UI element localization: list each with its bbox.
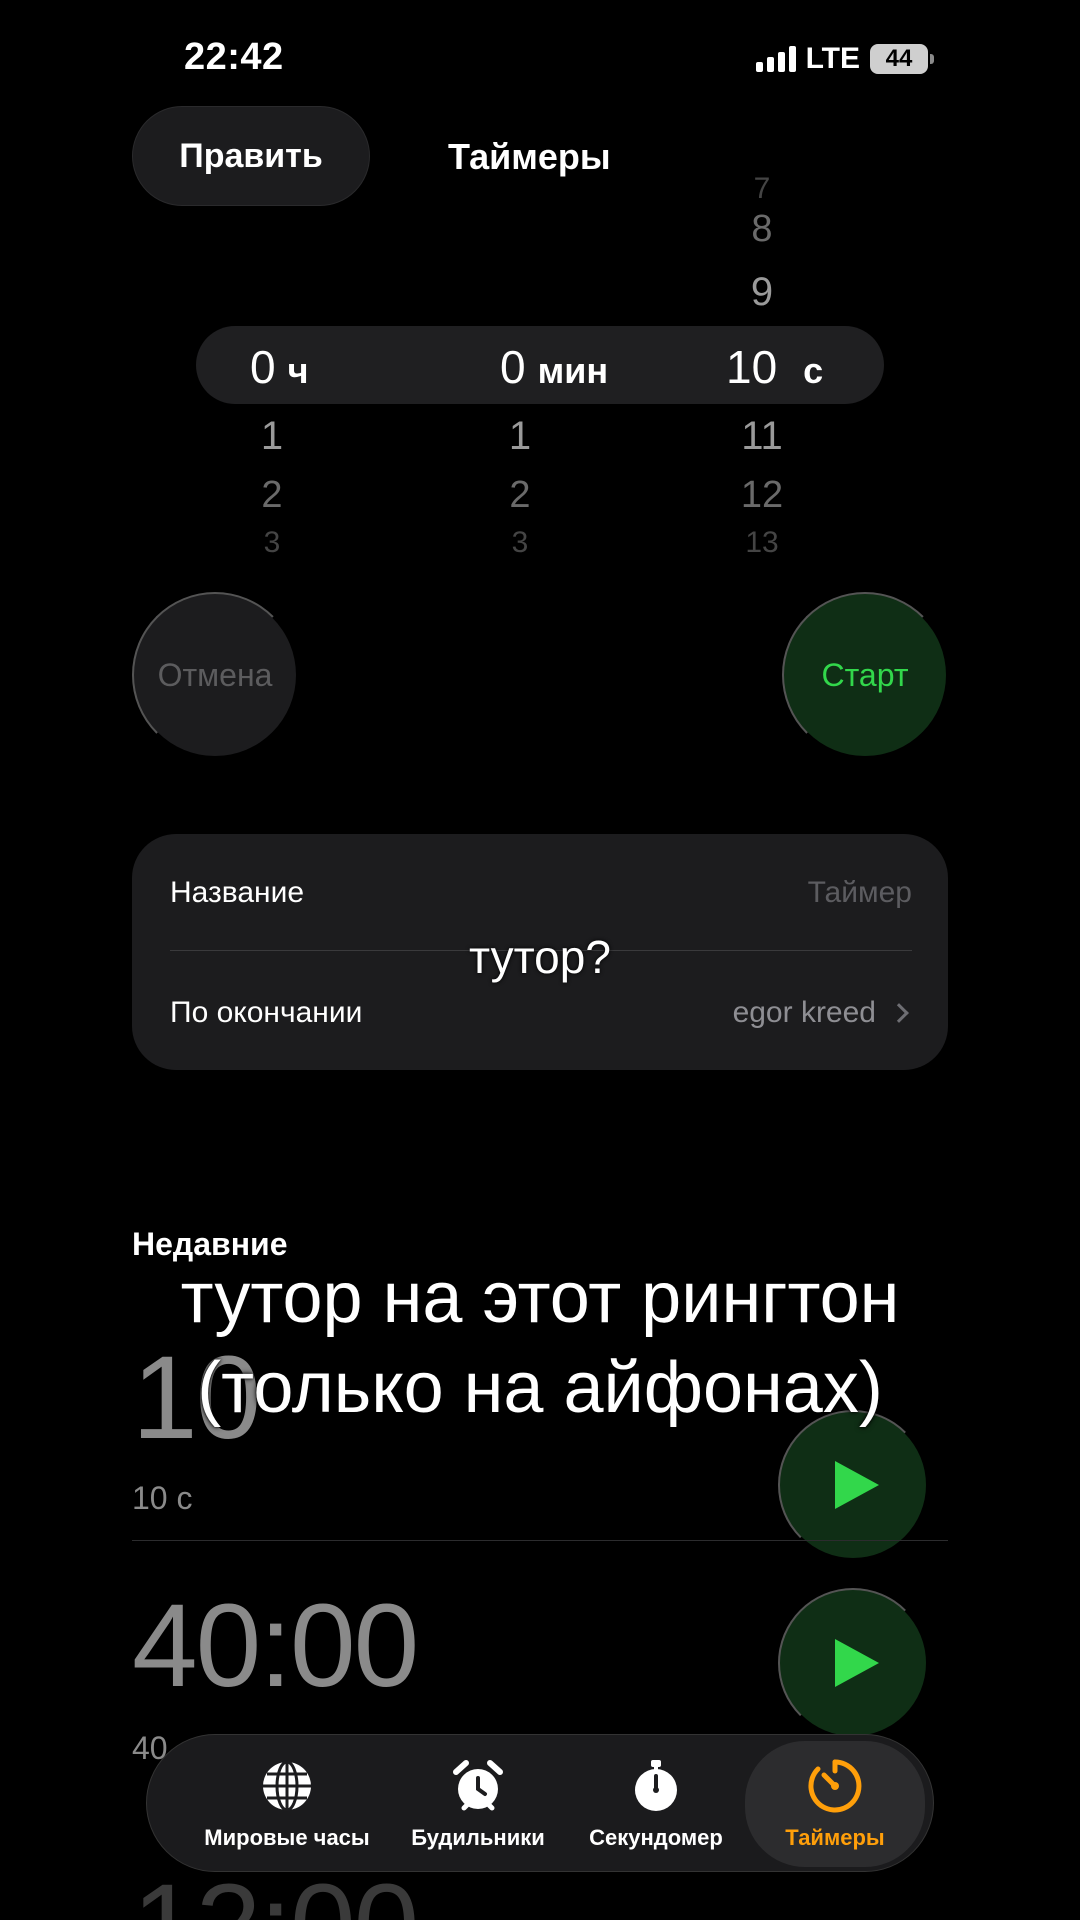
play-button[interactable] [778,1410,928,1560]
hours-unit: ч [287,350,309,391]
name-input[interactable]: Таймер [808,876,912,910]
picker-value: 9 [750,270,774,314]
when-ends-label: По окончании [170,996,363,1029]
picker-value: 8 [751,208,773,250]
recent-label: 10 с [132,1480,193,1516]
tab-label: Мировые часы [204,1825,370,1850]
when-ends-value: egor kreed [733,996,912,1030]
picker-value: 11 [741,414,783,458]
edit-button[interactable]: Править [132,106,370,206]
minutes-value: 0 [500,341,526,393]
status-indicators: LTE 44 [755,42,934,76]
recent-time: 40:00 [132,1580,419,1712]
play-button[interactable] [778,1588,928,1738]
signal-icon [755,46,796,72]
start-button[interactable]: Старт [782,592,948,758]
picker-value: 13 [745,526,779,559]
picker-value: 3 [511,526,529,559]
alarm-clock-icon [449,1757,507,1815]
tab-label: Таймеры [785,1825,885,1850]
cancel-button[interactable]: Отмена [132,592,298,758]
ringtone-name: egor kreed [732,996,876,1029]
status-time: 22:42 [184,36,284,78]
picker-value: 2 [509,474,531,516]
name-label: Название [170,876,305,909]
tab-stopwatch[interactable]: Секундомер [573,1735,739,1873]
page-title: Таймеры [448,136,611,177]
battery-level: 44 [885,45,913,72]
seconds-unit: с [803,350,824,391]
minutes-selected: 0 мин [500,340,608,394]
picker-value: 2 [261,474,283,516]
tab-bar: Мировые часы Будильники Секундомер Тайме… [146,1734,934,1872]
caption-line-1: тутор на этот рингтон [180,1258,900,1338]
seconds-value: 10 [726,341,778,393]
network-type: LTE [805,42,860,75]
tab-timers[interactable]: Таймеры [745,1741,925,1867]
globe-icon [258,1757,316,1815]
picker-value: 12 [740,474,784,516]
picker-value: 7 [753,172,771,205]
play-icon [835,1461,879,1509]
picker-value: 1 [260,414,284,458]
play-icon [835,1639,879,1687]
tab-label: Будильники [411,1825,545,1850]
minutes-unit: мин [537,350,609,391]
hours-selected: 0ч [250,340,309,394]
stopwatch-icon [627,1757,685,1815]
seconds-selected: 10 с [726,340,823,394]
timer-icon [806,1757,864,1815]
caption-line-2: (только на айфонах) [197,1348,883,1428]
recents-divider [132,1540,948,1541]
picker-value: 3 [263,526,281,559]
picker-value: 1 [508,414,532,458]
tab-world-clock[interactable]: Мировые часы [187,1735,387,1873]
chevron-right-icon [889,1003,909,1023]
hours-value: 0 [250,341,276,393]
caption-small: тутор? [469,931,611,983]
battery-icon: 44 [870,44,934,74]
tab-label: Секундомер [589,1825,723,1850]
tab-alarms[interactable]: Будильники [395,1735,561,1873]
